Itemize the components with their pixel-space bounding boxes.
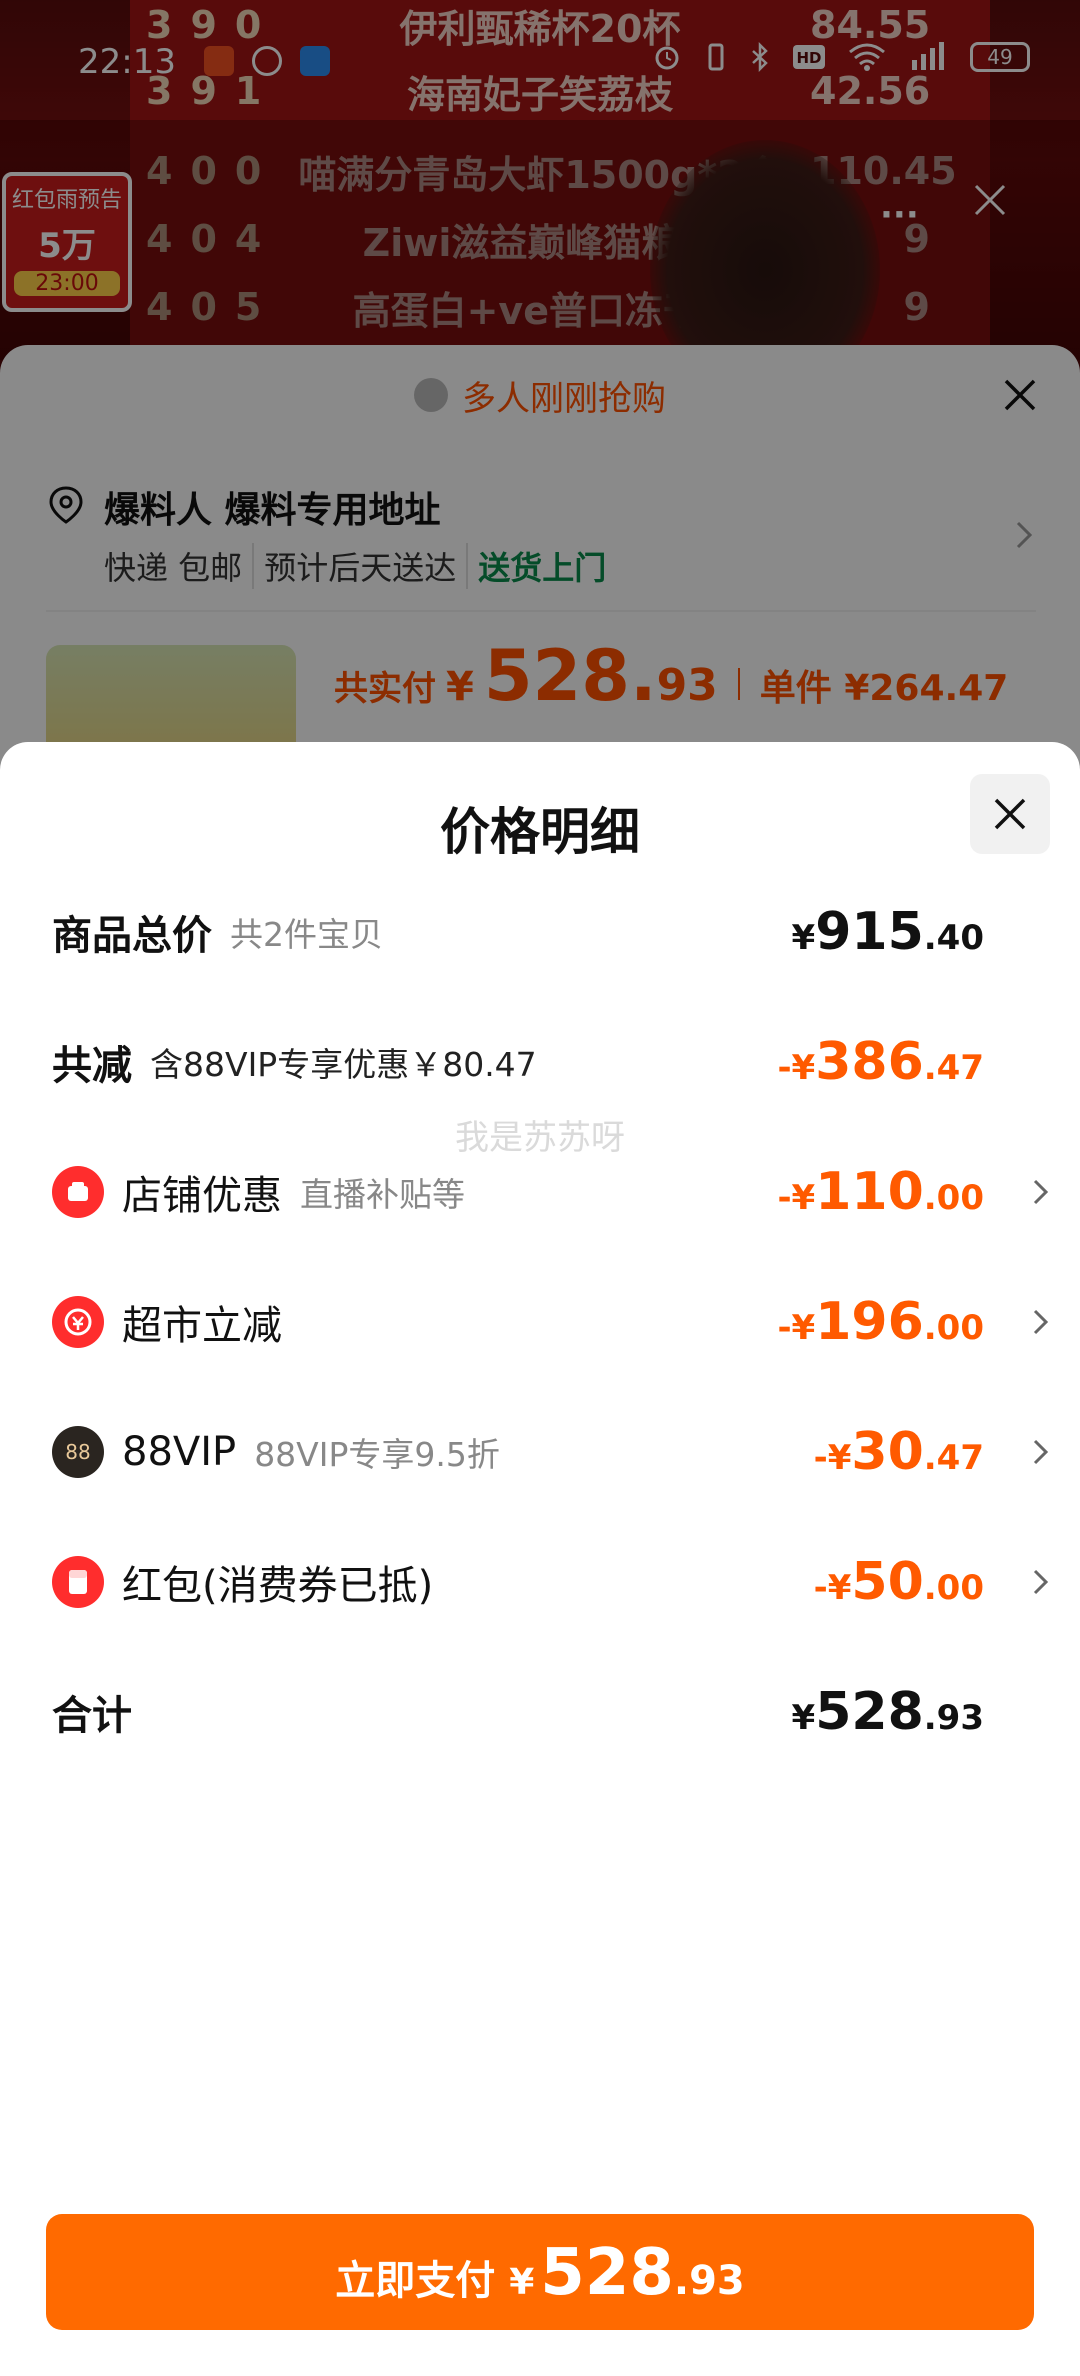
amount-prefix: -¥: [813, 1568, 852, 1608]
row-amount: ¥915.40: [792, 902, 984, 962]
store-discount-row[interactable]: 店铺优惠 直播补贴等 -¥ 110.00: [52, 1152, 1052, 1232]
chevron-right-icon: [1033, 1309, 1049, 1335]
row-amount: ¥528.93: [792, 1682, 984, 1742]
row-amount: -¥ 110.00: [777, 1162, 984, 1222]
amount-prefix: -¥: [777, 1178, 816, 1218]
pay-amount-decimal: .93: [673, 2258, 745, 2304]
vip-discount-row[interactable]: 88 88VIP 88VIP专享9.5折 -¥ 30.47: [52, 1412, 1052, 1492]
amount-decimal: .47: [923, 1438, 984, 1478]
amount-decimal: .47: [923, 1048, 984, 1088]
sheet-title: 价格明细: [440, 803, 640, 861]
grand-total-row: 合计 ¥528.93: [52, 1672, 1052, 1752]
chevron-right-icon: [1033, 1439, 1049, 1465]
amount-decimal: .93: [923, 1698, 984, 1738]
row-label: 商品总价: [52, 913, 212, 959]
supermarket-discount-row[interactable]: 超市立减 -¥ 196.00: [52, 1282, 1052, 1362]
screen: 390 伊利甄稀杯20杯 84.55 391 海南妃子笑荔枝 42.56 400…: [0, 0, 1080, 2376]
pay-button-label: 立即支付: [335, 2258, 496, 2304]
close-icon: [994, 798, 1026, 830]
amount-prefix: -¥: [777, 1048, 816, 1088]
store-icon: [52, 1166, 104, 1218]
vip-88-icon: 88: [52, 1426, 104, 1478]
close-button[interactable]: [970, 774, 1050, 854]
amount-integer: 30: [851, 1422, 924, 1482]
row-sublabel: 88VIP专享9.5折: [254, 1435, 500, 1474]
row-amount: -¥ 386.47: [777, 1032, 984, 1092]
row-sublabel: 含88VIP专享优惠￥80.47: [150, 1045, 537, 1084]
watermark-text: 我是苏苏呀: [455, 1118, 625, 1158]
pay-now-button[interactable]: 立即支付 ¥ 528 .93: [46, 2214, 1034, 2330]
total-discount-row: 共减 含88VIP专享优惠￥80.47 -¥ 386.47: [52, 1022, 1052, 1102]
svg-text:88: 88: [65, 1440, 90, 1464]
red-packet-row[interactable]: 红包(消费券已抵) -¥ 50.00: [52, 1542, 1052, 1622]
row-sublabel: 直播补贴等: [300, 1175, 465, 1214]
row-amount: -¥ 196.00: [777, 1292, 984, 1352]
price-detail-sheet: 价格明细 商品总价 共2件宝贝 ¥915.40 共减 含88VIP专享优惠￥80…: [0, 742, 1080, 2376]
amount-integer: 110: [815, 1162, 924, 1222]
row-label: 红包(消费券已抵): [122, 1563, 434, 1609]
amount-prefix: ¥: [791, 1698, 816, 1738]
row-sublabel: 共2件宝贝: [230, 915, 383, 954]
amount-prefix: ¥: [791, 918, 816, 958]
amount-decimal: .00: [923, 1178, 984, 1218]
row-amount: -¥ 50.00: [814, 1552, 984, 1612]
row-label: 超市立减: [122, 1303, 282, 1349]
amount-integer: 196: [815, 1292, 924, 1352]
discount-coin-icon: [52, 1296, 104, 1348]
amount-decimal: .40: [923, 918, 984, 958]
row-label: 共减: [52, 1043, 132, 1089]
row-label: 88VIP: [122, 1429, 237, 1475]
goods-total-row: 商品总价 共2件宝贝 ¥915.40: [52, 892, 1052, 972]
row-label: 店铺优惠: [122, 1173, 282, 1219]
chevron-right-icon: [1033, 1179, 1049, 1205]
amount-integer: 386: [815, 1032, 924, 1092]
chevron-right-icon: [1033, 1569, 1049, 1595]
amount-integer: 915: [815, 902, 924, 962]
amount-integer: 50: [851, 1552, 924, 1612]
amount-integer: 528: [815, 1682, 924, 1742]
red-packet-icon: [52, 1556, 104, 1608]
amount-prefix: -¥: [813, 1438, 852, 1478]
currency-symbol: ¥: [509, 2262, 535, 2303]
row-label: 合计: [52, 1693, 132, 1739]
amount-decimal: .00: [923, 1568, 984, 1608]
pay-amount-integer: 528: [540, 2236, 674, 2310]
amount-prefix: -¥: [777, 1308, 816, 1348]
row-amount: -¥ 30.47: [814, 1422, 984, 1482]
amount-decimal: .00: [923, 1308, 984, 1348]
